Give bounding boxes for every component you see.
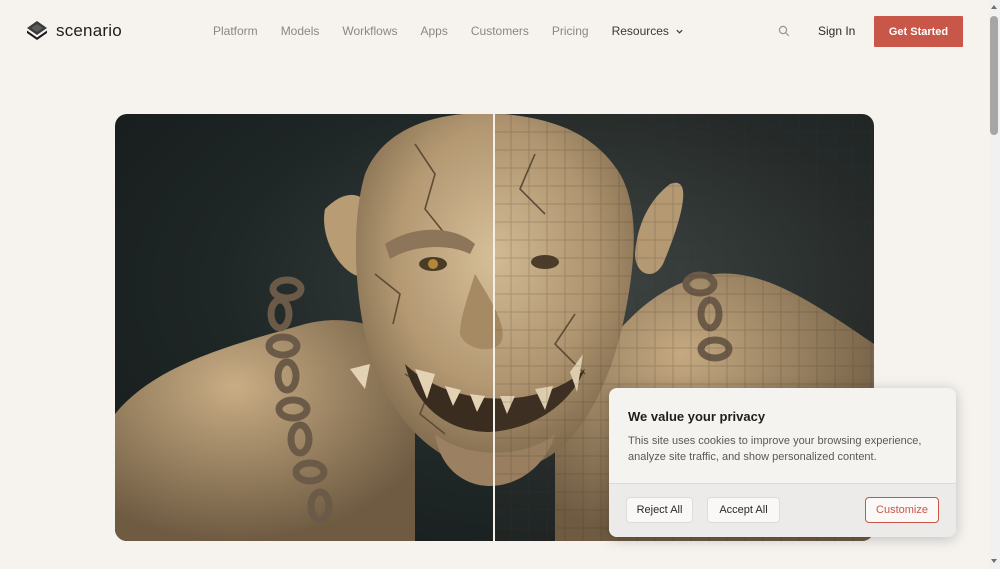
get-started-button[interactable]: Get Started [874,16,963,47]
scrollbar-thumb[interactable] [990,16,998,135]
cookie-description: This site uses cookies to improve your b… [628,435,922,463]
nav-item-customers[interactable]: Customers [471,24,529,38]
layered-diamond-icon [27,21,47,40]
left-iris [428,259,438,269]
search-icon[interactable] [778,25,790,37]
nav-item-platform[interactable]: Platform [213,24,258,38]
nav-item-workflows[interactable]: Workflows [342,24,397,38]
nav-item-pricing[interactable]: Pricing [552,24,589,38]
cookie-consent-dialog: We value your privacy This site uses coo… [609,388,956,537]
cookie-title: We value your privacy [628,409,766,424]
nav-item-apps[interactable]: Apps [421,24,448,38]
nav-item-resources[interactable]: Resources [612,24,684,38]
main-nav: Platform Models Workflows Apps Customers… [213,24,707,38]
sign-in-link[interactable]: Sign In [818,24,855,38]
nav-item-models[interactable]: Models [281,24,320,38]
comparison-slider-handle[interactable] [493,114,495,541]
reject-all-button[interactable]: Reject All [626,497,693,523]
cookie-actions: Reject All Accept All Customize [609,483,956,537]
nav-item-resources-label: Resources [611,24,669,38]
chevron-down-icon [676,29,683,34]
brand-logo[interactable]: scenario [25,19,122,43]
scroll-down-arrow-icon[interactable] [991,559,997,563]
accept-all-button[interactable]: Accept All [707,497,780,523]
brand-name: scenario [56,21,122,40]
site-header: scenario Platform Models Workflows Apps … [0,0,990,64]
customize-button[interactable]: Customize [865,497,939,523]
scroll-up-arrow-icon[interactable] [991,5,997,9]
